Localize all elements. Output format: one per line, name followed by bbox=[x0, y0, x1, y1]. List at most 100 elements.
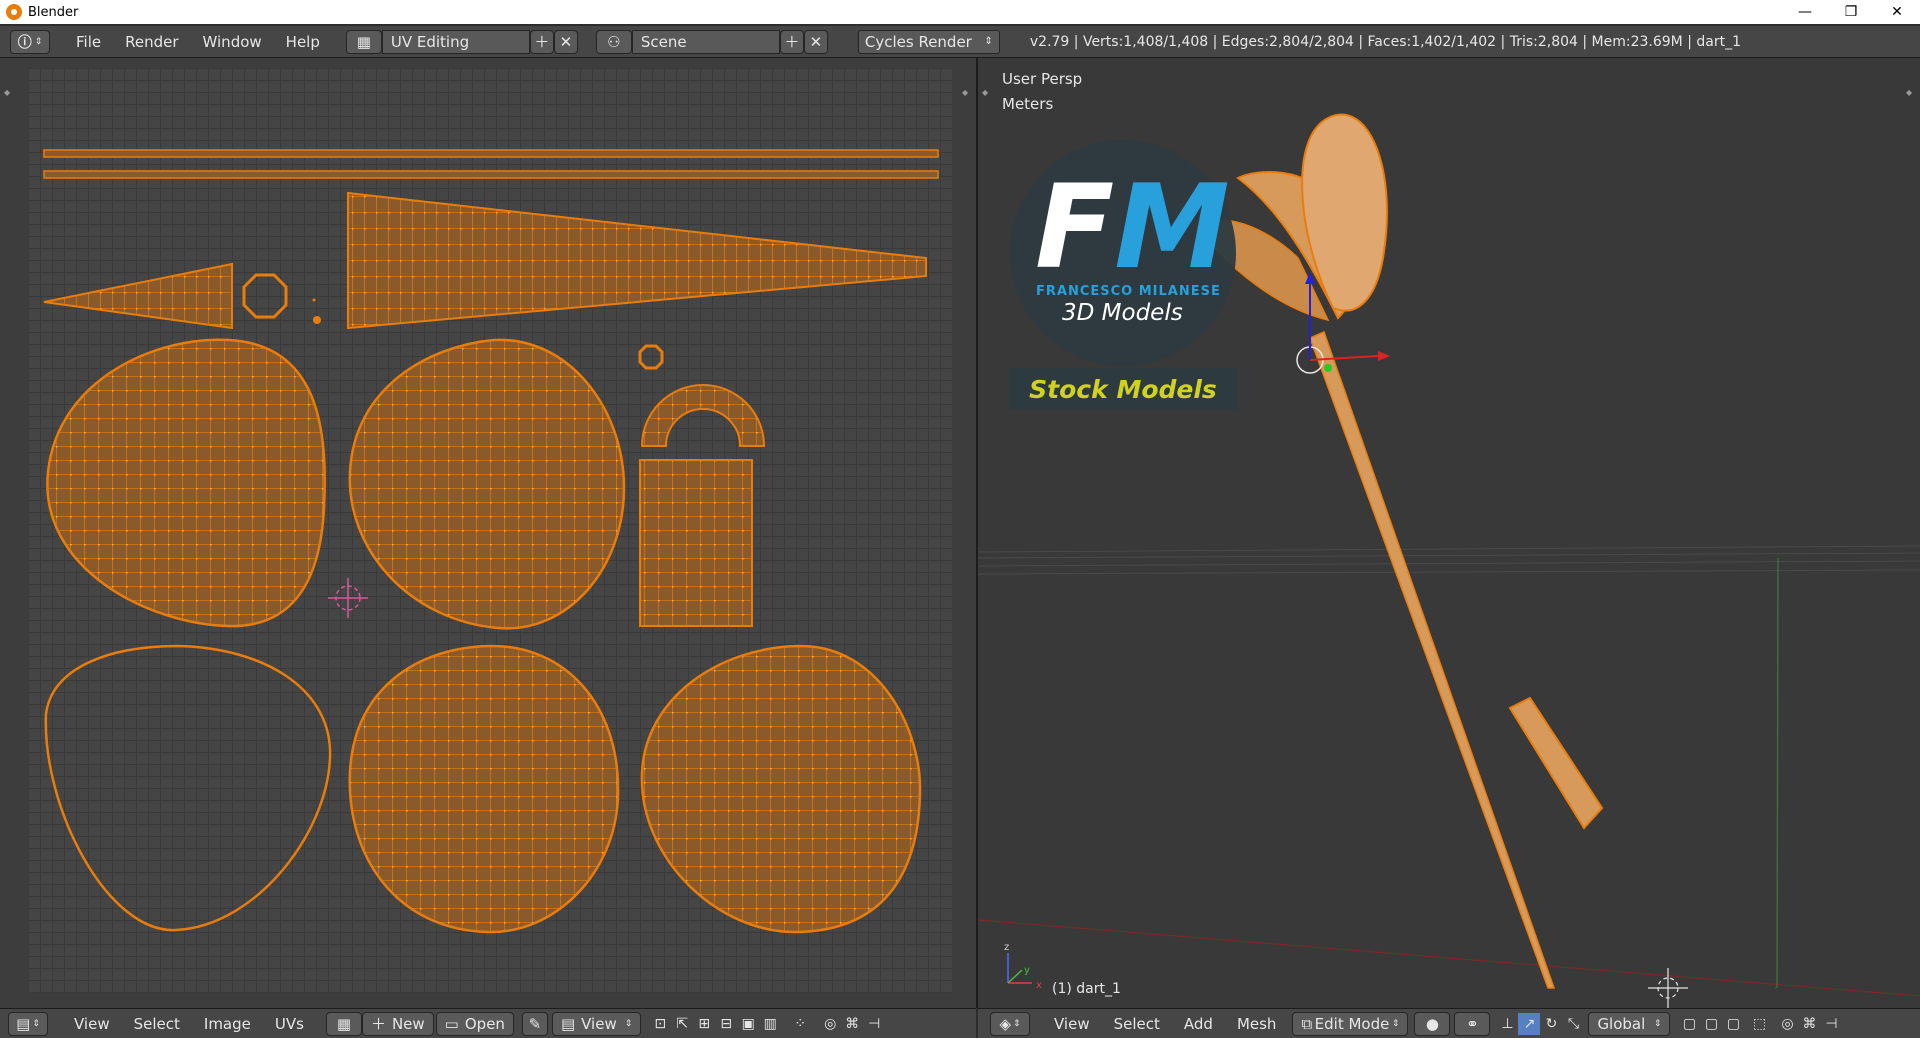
snap-element-icon[interactable]: ⊣ bbox=[1820, 1013, 1842, 1035]
snap-target-icon[interactable]: ⊣ bbox=[863, 1013, 885, 1035]
dart-barrel bbox=[1508, 696, 1604, 830]
menu-window[interactable]: Window bbox=[191, 33, 274, 51]
orientation-dropdown[interactable]: Global ⇕ bbox=[1588, 1011, 1671, 1036]
region-toggle-right-icon[interactable]: ◆ bbox=[962, 88, 968, 97]
uv-menu-view[interactable]: View bbox=[62, 1015, 122, 1033]
delete-screen-button[interactable]: ✕ bbox=[553, 29, 578, 54]
watermark-fm: FM bbox=[1035, 160, 1230, 295]
render-engine-dropdown[interactable]: Cycles Render ⇕ bbox=[857, 29, 1000, 54]
viewport-menu-add[interactable]: Add bbox=[1172, 1015, 1225, 1033]
dart-flight-2 bbox=[1301, 113, 1388, 312]
pin-image-button[interactable]: ✎ bbox=[521, 1011, 548, 1036]
face-select-icon[interactable]: ▣ bbox=[737, 1013, 759, 1035]
uv-canvas[interactable] bbox=[28, 68, 952, 993]
scene-field[interactable]: Scene bbox=[631, 29, 780, 54]
maximize-button[interactable]: ❐ bbox=[1828, 0, 1874, 24]
layer-2-icon[interactable]: ▢ bbox=[1700, 1013, 1722, 1035]
uv-island-fin-2 bbox=[348, 338, 626, 630]
viewport-menu-select[interactable]: Select bbox=[1102, 1015, 1172, 1033]
scale-manipulator-icon[interactable]: ⤡ bbox=[1562, 1013, 1584, 1035]
svg-text:z: z bbox=[1004, 942, 1009, 953]
pivot-dropdown[interactable]: ⚭ bbox=[1454, 1011, 1491, 1036]
image-editor-icon: ▤ bbox=[16, 1014, 31, 1033]
shading-dropdown[interactable]: ● bbox=[1414, 1011, 1451, 1036]
layout-icon: ▦ bbox=[356, 32, 371, 51]
edit-mode-icon: ⧉ bbox=[1301, 1014, 1313, 1033]
scene-browse-button[interactable]: ⚇ bbox=[595, 29, 632, 54]
dropdown-arrows-icon: ⇕ bbox=[1653, 1018, 1662, 1029]
view-mode-dropdown[interactable]: ▤ View ⇕ bbox=[551, 1011, 642, 1036]
dropdown-arrows-icon: ⇕ bbox=[1391, 1018, 1400, 1029]
plus-icon: ＋ bbox=[534, 33, 550, 51]
region-toggle-left-icon[interactable]: ◆ bbox=[4, 88, 10, 97]
proportional-edit-icon[interactable]: ◎ bbox=[819, 1013, 841, 1035]
viewport-view-name: User Persp bbox=[1002, 70, 1083, 88]
uv-island-small-octagon bbox=[638, 344, 664, 370]
snap-icon[interactable]: ⌘ bbox=[1798, 1013, 1820, 1035]
layer-3-icon[interactable]: ▢ bbox=[1722, 1013, 1744, 1035]
rotate-manipulator-icon[interactable]: ↻ bbox=[1540, 1013, 1562, 1035]
delete-scene-button[interactable]: ✕ bbox=[803, 29, 828, 54]
dropdown-arrows-icon: ⇕ bbox=[32, 1018, 40, 1029]
cube-icon: ◈ bbox=[999, 1014, 1011, 1033]
info-header: ⓘ ⇕ File Render Window Help ▦ UV Editing… bbox=[0, 26, 1920, 58]
vertex-select-icon[interactable]: ⊞ bbox=[693, 1013, 715, 1035]
uv-2d-cursor-icon[interactable] bbox=[328, 578, 368, 618]
close-button[interactable]: ✕ bbox=[1874, 0, 1920, 24]
screen-layout-browse-button[interactable]: ▦ bbox=[345, 29, 382, 54]
watermark-banner: Stock Models bbox=[1009, 368, 1237, 410]
uv-island-arc bbox=[640, 384, 766, 447]
uv-menu-image[interactable]: Image bbox=[192, 1015, 263, 1033]
uv-menu-uvs[interactable]: UVs bbox=[263, 1015, 316, 1033]
watermark-subtitle: 3D Models bbox=[1062, 300, 1183, 326]
region-toggle-left-icon[interactable]: ◆ bbox=[982, 88, 988, 97]
uv-island-octagon bbox=[242, 273, 288, 319]
viewport-units: Meters bbox=[1002, 95, 1054, 113]
y-manipulator-handle[interactable] bbox=[1324, 364, 1332, 372]
sync-selection-icon[interactable]: ⇱ bbox=[671, 1013, 693, 1035]
plus-icon: ＋ bbox=[370, 1015, 386, 1033]
manipulator-toggle-icon[interactable]: ⊥ bbox=[1496, 1013, 1518, 1035]
sticky-mode-icon[interactable]: ⁘ bbox=[789, 1013, 811, 1035]
scene-statistics: v2.79 | Verts:1,408/1,408 | Edges:2,804/… bbox=[1029, 33, 1741, 50]
snap-icon[interactable]: ⌘ bbox=[841, 1013, 863, 1035]
dropdown-arrows-icon: ⇕ bbox=[984, 36, 993, 47]
editor-type-uv-button[interactable]: ▤ ⇕ bbox=[8, 1011, 48, 1036]
uv-menu-select[interactable]: Select bbox=[122, 1015, 192, 1033]
uv-image-editor[interactable]: ◆ ◆ bbox=[0, 58, 976, 1008]
region-toggle-right-icon[interactable]: ◆ bbox=[1906, 88, 1912, 97]
editor-type-info-button[interactable]: ⓘ ⇕ bbox=[10, 29, 50, 54]
add-scene-button[interactable]: ＋ bbox=[779, 29, 804, 54]
open-image-button[interactable]: ▭ Open bbox=[435, 1011, 514, 1036]
image-browse-button[interactable]: ▦ bbox=[325, 1011, 362, 1036]
viewport-menu-mesh[interactable]: Mesh bbox=[1225, 1015, 1289, 1033]
pivot-point-icon[interactable]: ⊡ bbox=[649, 1013, 671, 1035]
uv-editor-header: ▤ ⇕ View Select Image UVs ▦ ＋ New ▭ Open ✎… bbox=[0, 1008, 976, 1038]
menu-file[interactable]: File bbox=[64, 33, 113, 51]
window-title: Blender bbox=[28, 4, 79, 20]
menu-help[interactable]: Help bbox=[274, 33, 332, 51]
island-select-icon[interactable]: ▥ bbox=[759, 1013, 781, 1035]
proportional-edit-icon[interactable]: ◎ bbox=[1776, 1013, 1798, 1035]
editor-type-3d-button[interactable]: ◈ ⇕ bbox=[990, 1011, 1030, 1036]
3d-viewport-header: ◈ ⇕ View Select Add Mesh ⧉ Edit Mode ⇕ ●… bbox=[978, 1008, 1920, 1038]
edge-select-icon[interactable]: ⊟ bbox=[715, 1013, 737, 1035]
window-titlebar: Blender — ❐ ✕ bbox=[0, 0, 1920, 24]
limit-selection-icon[interactable]: ⬚ bbox=[1748, 1013, 1770, 1035]
layer-1-icon[interactable]: ▢ bbox=[1678, 1013, 1700, 1035]
viewport-menu-view[interactable]: View bbox=[1042, 1015, 1102, 1033]
minimize-button[interactable]: — bbox=[1782, 0, 1828, 24]
mode-dropdown[interactable]: ⧉ Edit Mode ⇕ bbox=[1292, 1011, 1409, 1036]
pin-icon: ✎ bbox=[528, 1014, 542, 1033]
add-screen-button[interactable]: ＋ bbox=[529, 29, 554, 54]
translate-manipulator-icon[interactable]: ↗ bbox=[1518, 1012, 1541, 1035]
pivot-icon: ⚭ bbox=[1466, 1014, 1479, 1033]
uv-island-fin-1 bbox=[46, 338, 326, 628]
menu-render[interactable]: Render bbox=[113, 33, 190, 51]
screen-layout-field[interactable]: UV Editing bbox=[381, 29, 530, 54]
new-image-button[interactable]: ＋ New bbox=[361, 1011, 434, 1036]
uv-strip-top bbox=[43, 149, 939, 179]
uv-island-rectangle bbox=[639, 459, 753, 627]
scene-icon: ⚇ bbox=[607, 32, 621, 51]
info-icon: ⓘ bbox=[17, 34, 32, 51]
